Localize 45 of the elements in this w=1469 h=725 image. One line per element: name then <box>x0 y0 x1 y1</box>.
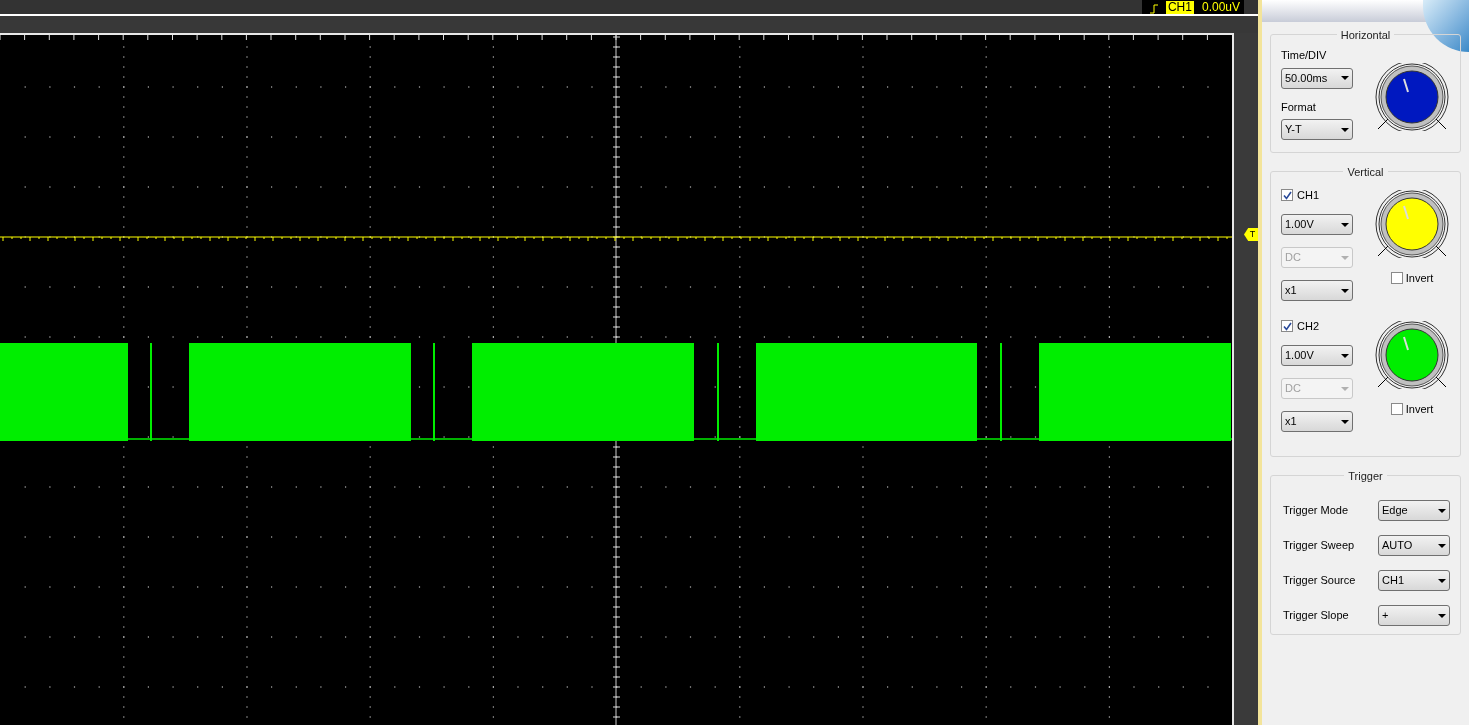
dropdown[interactable]: 1.00V <box>1281 345 1353 366</box>
trigger-channel: CH1 <box>1165 1 1194 14</box>
dropdown[interactable]: + <box>1378 605 1450 626</box>
checkbox[interactable] <box>1281 320 1293 332</box>
caret-icon <box>1341 353 1349 358</box>
caret-icon <box>1438 543 1446 548</box>
caret-icon <box>1341 76 1349 80</box>
dropdown[interactable]: 50.00ms <box>1281 67 1353 89</box>
dropdown[interactable]: Edge <box>1378 500 1450 521</box>
dropdown[interactable]: 1.00V <box>1281 214 1353 235</box>
channel-label: CH1 <box>1297 187 1319 203</box>
checkbox[interactable] <box>1390 272 1403 285</box>
caret-icon <box>1438 508 1446 513</box>
dropdown[interactable]: Y-T <box>1281 119 1353 140</box>
trigger-setting-label: Trigger Slope <box>1283 608 1349 624</box>
knob-icon[interactable] <box>1374 321 1450 389</box>
caret-icon <box>1341 288 1349 293</box>
caret-icon <box>1341 419 1349 424</box>
trigger-marker: T <box>1244 228 1258 241</box>
knob-icon[interactable] <box>1374 190 1450 258</box>
trigger-setting-label: Trigger Sweep <box>1283 538 1355 554</box>
check-icon <box>1282 190 1292 200</box>
caret-icon <box>1341 127 1349 132</box>
caret-icon <box>1438 613 1446 618</box>
trigger-setting-label: Trigger Source <box>1283 573 1356 589</box>
invert-label: Invert <box>1405 271 1434 286</box>
invert-label: Invert <box>1405 402 1434 417</box>
caret-icon <box>1341 255 1349 260</box>
checkbox[interactable] <box>1390 403 1403 416</box>
dropdown[interactable]: AUTO <box>1378 535 1450 556</box>
caret-icon <box>1341 386 1349 391</box>
format-label: Format <box>1281 99 1317 115</box>
time-div-label: Time/DIV <box>1281 48 1328 63</box>
channel-label: CH2 <box>1297 318 1319 334</box>
checkbox[interactable] <box>1281 189 1293 201</box>
caret-icon <box>1438 578 1446 583</box>
trigger-setting-label: Trigger Mode <box>1283 503 1348 519</box>
check-icon <box>1282 321 1292 331</box>
rising-edge-icon <box>1149 4 1158 14</box>
trigger-level: 0.00uV <box>1201 1 1240 14</box>
dropdown[interactable]: CH1 <box>1378 570 1450 591</box>
knob-icon[interactable] <box>1374 63 1450 131</box>
dropdown[interactable]: x1 <box>1281 280 1353 301</box>
dropdown[interactable]: x1 <box>1281 411 1353 432</box>
caret-icon <box>1341 222 1349 227</box>
